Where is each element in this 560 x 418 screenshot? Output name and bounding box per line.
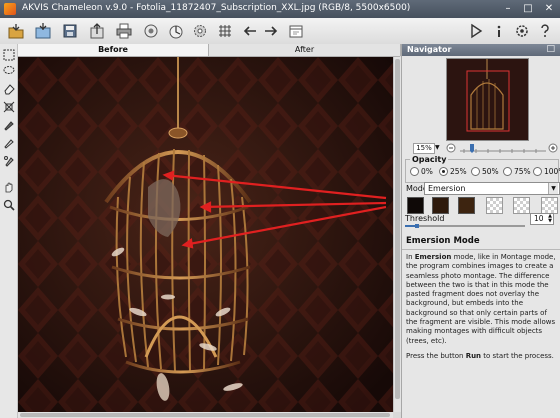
info-icon[interactable] [489,21,509,41]
help-title: Emersion Mode [406,236,480,246]
save-icon[interactable] [60,21,80,41]
navigator-thumbnail [447,59,528,140]
zoom-icon[interactable] [2,198,15,211]
window-title: AKVIS Chameleon v.9.0 - Fotolia_11872407… [22,3,411,13]
export-icon[interactable] [87,21,107,41]
open-fragment-icon[interactable] [33,21,53,41]
threshold-label: Threshold [405,214,445,223]
clear-icon[interactable] [286,21,306,41]
zoom-slider[interactable] [446,142,558,154]
color-swatch-3[interactable] [458,197,475,214]
help-text: In Emersion mode, like in Montage mode, … [406,253,558,367]
main-toolbar [0,18,560,45]
help-paragraph-1: In Emersion mode, like in Montage mode, … [406,253,556,345]
canvas-horizontal-scrollbar[interactable] [18,412,393,418]
clone-icon[interactable] [2,154,15,167]
radio-icon [410,166,419,176]
close-button[interactable]: ✕ [540,2,558,15]
title-bar: AKVIS Chameleon v.9.0 - Fotolia_11872407… [0,0,560,18]
open-image-icon[interactable] [6,21,26,41]
navigator-close-icon[interactable]: □ [546,43,555,55]
opacity-option-75[interactable]: 75% [503,166,531,176]
run-icon[interactable] [466,21,486,41]
color-swatch-empty-2[interactable] [513,197,530,214]
tab-after[interactable]: After [209,44,401,56]
color-swatch-empty-3[interactable] [541,197,558,214]
help-paragraph-2: Press the button Run to start the proces… [406,351,554,360]
opacity-option-100[interactable]: 100% [533,166,560,176]
transform-icon[interactable] [2,100,15,113]
eraser-icon[interactable] [2,82,15,95]
batch-icon[interactable] [166,21,186,41]
horizontal-scroll-thumb[interactable] [20,413,390,417]
color-swatch-1[interactable] [407,197,424,214]
zoom-dropdown-icon[interactable]: ▼ [435,143,442,152]
undo-arrow-icon[interactable] [240,21,260,41]
threshold-value-field[interactable]: 10 ▲ ▼ [530,213,554,225]
threshold-value: 10 [534,214,544,223]
radio-selected-icon [439,166,448,176]
share-icon[interactable] [141,21,161,41]
chevron-down-icon: ▼ [548,183,558,194]
color-swatch-empty-1[interactable] [486,197,503,214]
mode-select[interactable]: Emersion ▼ [424,182,560,195]
brush-icon[interactable] [2,136,15,149]
color-swatch-2[interactable] [432,197,449,214]
radio-icon [503,166,512,176]
navigator-title: Navigator [407,45,452,54]
view-tabs: Before After [18,44,401,57]
redo-arrow-icon[interactable] [261,21,281,41]
help-icon[interactable] [535,21,555,41]
spinner-icon[interactable]: ▲ ▼ [548,214,552,224]
opacity-option-0[interactable]: 0% [410,166,433,176]
navigator-header: Navigator □ [402,44,560,56]
grid-icon[interactable] [215,21,235,41]
threshold-slider[interactable] [405,224,525,228]
birdcage-photo [18,57,393,412]
settings-gear-icon[interactable] [190,21,210,41]
threshold-slider-handle[interactable] [415,224,419,228]
maximize-button[interactable]: □ [519,2,537,15]
minimize-button[interactable]: – [499,2,517,15]
tab-before[interactable]: Before [18,44,209,56]
app-logo-icon [4,3,16,15]
settings-panel: Navigator □ 15% ▼ Opacity 0% 25% 50% 75%… [401,44,560,418]
tools-panel [0,44,18,418]
mask-brush-icon[interactable] [2,118,15,131]
preferences-icon[interactable] [512,21,532,41]
opacity-option-25[interactable]: 25% [439,166,467,176]
radio-icon [471,166,480,176]
image-canvas[interactable] [18,57,393,412]
opacity-title: Opacity [410,155,449,164]
vertical-scroll-thumb[interactable] [395,59,400,399]
zoom-level-field[interactable]: 15% [413,143,435,154]
print-icon[interactable] [114,21,134,41]
canvas-vertical-scrollbar[interactable] [393,57,401,412]
lasso-icon[interactable] [2,64,15,77]
hand-icon[interactable] [2,180,15,193]
selection-rect-icon[interactable] [2,48,15,61]
help-divider [402,249,560,250]
navigator-preview[interactable] [446,58,529,141]
mode-value: Emersion [428,184,466,193]
radio-icon [533,166,542,176]
opacity-option-50[interactable]: 50% [471,166,499,176]
